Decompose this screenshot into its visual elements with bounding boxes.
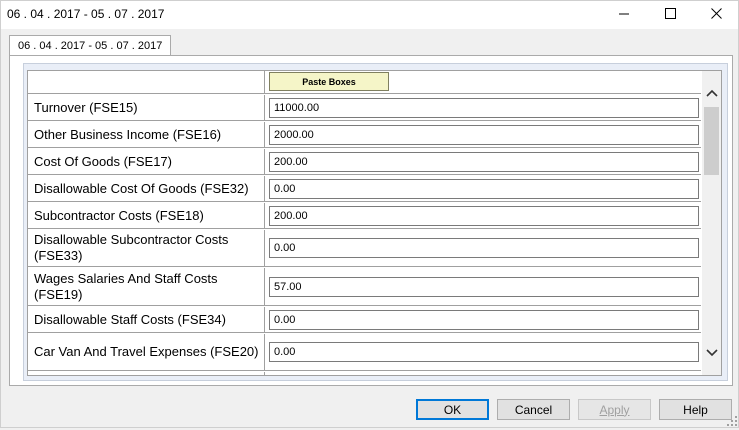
table-row: Turnover (FSE15) 11000.00 — [28, 95, 701, 121]
tab-strip: 06 . 04 . 2017 - 05 . 07 . 2017 — [1, 29, 738, 57]
paste-boxes-button[interactable]: Paste Boxes — [269, 72, 389, 91]
value-field[interactable]: 0.00 — [269, 342, 699, 362]
table-row: Wages Salaries And Staff Costs (FSE19) 5… — [28, 268, 701, 306]
grid-frame: Paste Boxes Turnover (FSE15) 11000.00 Ot… — [23, 63, 728, 381]
row-label-partial — [28, 372, 265, 375]
ok-button[interactable]: OK — [416, 399, 489, 420]
row-label: Other Business Income (FSE16) — [28, 122, 265, 147]
row-label: Disallowable Staff Costs (FSE34) — [28, 307, 265, 332]
vertical-scrollbar[interactable] — [702, 71, 721, 375]
apply-button-label: Apply — [599, 402, 630, 417]
tab-period[interactable]: 06 . 04 . 2017 - 05 . 07 . 2017 — [9, 35, 172, 57]
window-title: 06 . 04 . 2017 - 05 . 07 . 2017 — [7, 7, 165, 21]
row-label: Turnover (FSE15) — [28, 95, 265, 120]
minimize-button[interactable] — [601, 1, 647, 29]
row-label: Disallowable Subcontractor Costs (FSE33) — [28, 230, 265, 266]
dialog-window: 06 . 04 . 2017 - 05 . 07 . 2017 06 . 04 … — [0, 0, 739, 428]
table-row: Other Business Income (FSE16) 2000.00 — [28, 122, 701, 148]
scroll-thumb[interactable] — [704, 107, 719, 175]
minimize-icon — [619, 8, 629, 22]
value-field[interactable]: 200.00 — [269, 151, 699, 172]
scroll-up-button[interactable] — [702, 85, 721, 101]
grid-header-row: Paste Boxes — [28, 71, 701, 94]
value-field[interactable]: 0.00 — [269, 309, 699, 330]
table-row: Disallowable Staff Costs (FSE34) 0.00 — [28, 307, 701, 333]
value-field[interactable]: 0.00 — [269, 238, 699, 258]
row-label: Cost Of Goods (FSE17) — [28, 149, 265, 174]
table-row: Cost Of Goods (FSE17) 200.00 — [28, 149, 701, 175]
header-value-cell: Paste Boxes — [266, 71, 701, 93]
apply-button[interactable]: Apply — [578, 399, 651, 420]
resize-grip-icon[interactable] — [726, 415, 738, 427]
table-row-partial — [28, 372, 701, 375]
tab-panel: Paste Boxes Turnover (FSE15) 11000.00 Ot… — [9, 55, 733, 386]
chevron-down-icon — [705, 346, 718, 360]
value-field[interactable]: 57.00 — [269, 276, 699, 297]
title-bar[interactable]: 06 . 04 . 2017 - 05 . 07 . 2017 — [1, 1, 738, 29]
scroll-down-button[interactable] — [702, 345, 721, 361]
table-row: Car Van And Travel Expenses (FSE20) 0.00 — [28, 334, 701, 371]
table-row: Disallowable Subcontractor Costs (FSE33)… — [28, 230, 701, 267]
maximize-icon — [664, 8, 676, 22]
close-button[interactable] — [693, 1, 739, 29]
value-field[interactable]: 11000.00 — [269, 97, 699, 118]
cancel-button[interactable]: Cancel — [497, 399, 570, 420]
header-label-cell — [28, 71, 265, 93]
row-label: Disallowable Cost Of Goods (FSE32) — [28, 176, 265, 201]
value-field[interactable]: 2000.00 — [269, 124, 699, 145]
help-button[interactable]: Help — [659, 399, 732, 420]
chevron-up-icon — [705, 86, 718, 100]
values-grid: Paste Boxes Turnover (FSE15) 11000.00 Ot… — [27, 70, 722, 376]
table-row: Subcontractor Costs (FSE18) 200.00 — [28, 203, 701, 229]
row-label: Subcontractor Costs (FSE18) — [28, 203, 265, 228]
value-field[interactable]: 200.00 — [269, 205, 699, 226]
maximize-button[interactable] — [647, 1, 693, 29]
table-row: Disallowable Cost Of Goods (FSE32) 0.00 — [28, 176, 701, 202]
row-label: Car Van And Travel Expenses (FSE20) — [28, 334, 265, 370]
value-field[interactable]: 0.00 — [269, 178, 699, 199]
row-label: Wages Salaries And Staff Costs (FSE19) — [28, 268, 265, 305]
close-icon — [710, 8, 722, 22]
